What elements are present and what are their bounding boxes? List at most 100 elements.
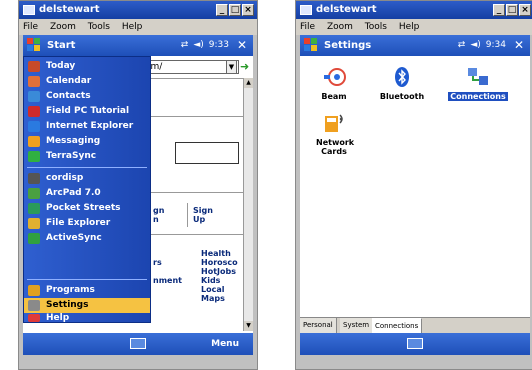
- keyboard-icon[interactable]: [407, 338, 423, 349]
- start-item-terrasync[interactable]: TerraSync: [24, 149, 150, 164]
- app-icon: [23, 5, 35, 15]
- minimize-button[interactable]: _: [493, 4, 505, 16]
- menu-file[interactable]: File: [23, 22, 38, 32]
- link-local[interactable]: Local: [201, 285, 224, 294]
- left-softkey-bar: Menu: [23, 333, 253, 355]
- start-item-today[interactable]: Today: [24, 59, 150, 74]
- tutorial-icon: [28, 106, 40, 117]
- menu-zoom[interactable]: Zoom: [327, 22, 353, 32]
- link-maps[interactable]: Maps: [201, 294, 225, 303]
- start-title[interactable]: Start: [47, 35, 75, 56]
- connections-icon: [466, 66, 490, 88]
- beam-icon: [322, 66, 346, 88]
- menu-zoom[interactable]: Zoom: [50, 22, 76, 32]
- tab-personal[interactable]: Personal: [300, 318, 337, 334]
- vertical-scrollbar[interactable]: ▲ ▼: [243, 78, 253, 331]
- right-menubar: File Zoom Tools Help: [296, 19, 532, 35]
- link-fragment-3[interactable]: rs: [153, 258, 162, 267]
- menu-help[interactable]: Help: [399, 22, 420, 32]
- scroll-up-icon[interactable]: ▲: [244, 78, 253, 88]
- link-horoscope[interactable]: Horosco: [201, 258, 238, 267]
- sync-icon[interactable]: ⇄: [181, 35, 189, 56]
- right-device: delstewart _ □ × File Zoom Tools Help Se…: [295, 0, 532, 370]
- menu-tools[interactable]: Tools: [88, 22, 110, 32]
- left-device: delstewart _ □ × File Zoom Tools Help St…: [18, 0, 258, 370]
- menu-softkey[interactable]: Menu: [211, 333, 239, 355]
- help-icon: [28, 314, 40, 322]
- calendar-icon: [28, 76, 40, 87]
- up-link[interactable]: Up: [193, 215, 205, 224]
- left-screen: Start ⇄ ◄) 9:33 ✕ om/ ▼ ➜ gn n Sign Up r…: [23, 35, 253, 355]
- search-box[interactable]: [175, 142, 239, 164]
- right-window-title: delstewart: [316, 4, 377, 15]
- start-item-programs[interactable]: Programs: [24, 283, 150, 298]
- left-window-title: delstewart: [39, 4, 100, 15]
- tab-connections[interactable]: Connections: [372, 318, 423, 334]
- sync-icon[interactable]: ⇄: [458, 35, 466, 56]
- volume-icon[interactable]: ◄): [193, 35, 203, 56]
- messaging-icon: [28, 136, 40, 147]
- address-field[interactable]: om/: [141, 60, 239, 74]
- menu-help[interactable]: Help: [122, 22, 143, 32]
- start-item-messaging[interactable]: Messaging: [24, 134, 150, 149]
- start-item-help[interactable]: Help: [24, 313, 150, 323]
- left-titlebar: delstewart _ □ ×: [19, 1, 257, 19]
- settings-title: Settings: [324, 40, 372, 51]
- scroll-down-icon[interactable]: ▼: [244, 321, 253, 331]
- start-item-activesync[interactable]: ActiveSync: [24, 231, 150, 246]
- close-window-button[interactable]: ×: [519, 4, 531, 16]
- left-navbar: Start ⇄ ◄) 9:33 ✕: [23, 35, 253, 56]
- keyboard-icon[interactable]: [130, 338, 146, 349]
- windows-flag-icon[interactable]: [27, 38, 41, 52]
- link-fragment-1[interactable]: gn: [153, 206, 164, 215]
- link-hotjobs[interactable]: HotJobs: [201, 267, 236, 276]
- start-menu: Today Calendar Contacts Field PC Tutoria…: [23, 56, 151, 323]
- close-icon[interactable]: ✕: [511, 38, 527, 53]
- app-icon: [300, 5, 312, 15]
- menu-file[interactable]: File: [300, 22, 315, 32]
- minimize-button[interactable]: _: [216, 4, 228, 16]
- start-item-arcpad[interactable]: ArcPad 7.0: [24, 186, 150, 201]
- start-item-pocket-streets[interactable]: Pocket Streets: [24, 201, 150, 216]
- windows-flag-icon[interactable]: [304, 38, 318, 52]
- close-icon[interactable]: ✕: [234, 38, 250, 53]
- internet-explorer-icon: [28, 121, 40, 132]
- maximize-button[interactable]: □: [229, 4, 241, 16]
- network-cards-item[interactable]: Network Cards: [304, 112, 364, 156]
- start-item-contacts[interactable]: Contacts: [24, 89, 150, 104]
- close-window-button[interactable]: ×: [242, 4, 254, 16]
- volume-icon[interactable]: ◄): [470, 35, 480, 56]
- start-item-cordisp[interactable]: cordisp: [24, 171, 150, 186]
- link-fragment-2[interactable]: n: [153, 215, 159, 224]
- right-softkey-bar: [300, 333, 530, 355]
- start-item-field-pc-tutorial[interactable]: Field PC Tutorial: [24, 104, 150, 119]
- bluetooth-icon: [390, 66, 414, 88]
- link-health[interactable]: Health: [201, 249, 231, 258]
- contacts-icon: [28, 91, 40, 102]
- sign-link[interactable]: Sign: [193, 206, 213, 215]
- left-menubar: File Zoom Tools Help: [19, 19, 257, 35]
- today-icon: [28, 61, 40, 72]
- start-item-settings[interactable]: Settings: [24, 298, 150, 313]
- clock-time[interactable]: 9:34: [486, 35, 506, 56]
- activesync-icon: [28, 233, 40, 244]
- menu-tools[interactable]: Tools: [365, 22, 387, 32]
- bluetooth-item[interactable]: Bluetooth: [372, 66, 432, 101]
- right-titlebar: delstewart _ □ ×: [296, 1, 532, 19]
- right-navbar: Settings ⇄ ◄) 9:34 ✕: [300, 35, 530, 56]
- settings-tabs: Personal System Connections: [300, 317, 530, 334]
- tab-system[interactable]: System: [340, 318, 374, 334]
- go-arrow-icon[interactable]: ➜: [240, 60, 252, 74]
- link-kids[interactable]: Kids: [201, 276, 220, 285]
- file-explorer-icon: [28, 218, 40, 229]
- address-dropdown-icon[interactable]: ▼: [226, 60, 237, 74]
- start-item-file-explorer[interactable]: File Explorer: [24, 216, 150, 231]
- maximize-button[interactable]: □: [506, 4, 518, 16]
- start-item-calendar[interactable]: Calendar: [24, 74, 150, 89]
- beam-item[interactable]: Beam: [304, 66, 364, 101]
- clock-time[interactable]: 9:33: [209, 35, 229, 56]
- start-item-internet-explorer[interactable]: Internet Explorer: [24, 119, 150, 134]
- connections-item[interactable]: Connections: [442, 66, 514, 101]
- link-fragment-4[interactable]: nment: [153, 276, 182, 285]
- terrasync-icon: [28, 151, 40, 162]
